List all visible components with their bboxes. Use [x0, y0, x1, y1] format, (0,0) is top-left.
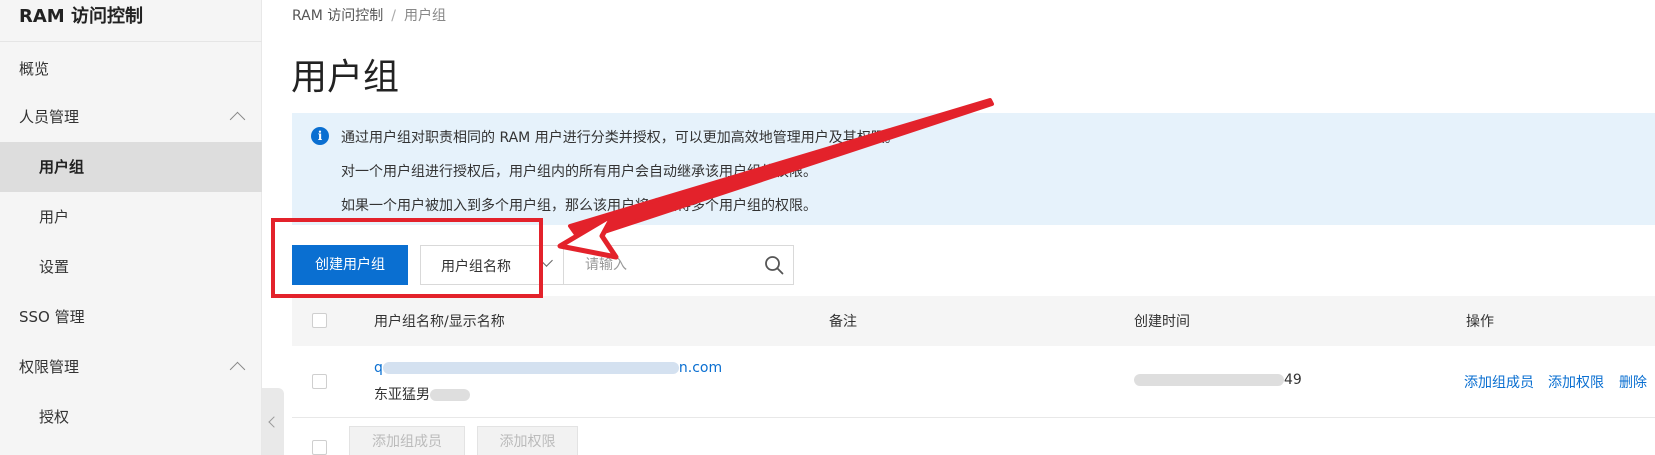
column-header-actions: 操作 [1466, 314, 1494, 330]
bulk-add-permissions-button[interactable]: 添加权限 [477, 426, 578, 455]
redacted-text [1134, 374, 1284, 386]
sidebar-item-grants[interactable]: 授权 [0, 392, 262, 442]
sidebar-item-permissions[interactable]: 权限管理 [0, 342, 262, 392]
chevron-left-icon [268, 416, 280, 428]
created-time-suffix: 49 [1284, 372, 1302, 388]
sidebar-item-overview[interactable]: 概览 [0, 44, 262, 94]
group-display-name: 东亚猛男 [374, 384, 470, 404]
select-all-checkbox[interactable] [312, 313, 327, 328]
column-header-remark: 备注 [829, 314, 857, 330]
sidebar-collapse-button[interactable] [262, 388, 284, 455]
table-header: 用户组名称/显示名称 备注 创建时间 操作 [292, 296, 1655, 346]
sidebar-item-identities[interactable]: 人员管理 [0, 92, 262, 142]
breadcrumb-separator: / [391, 8, 396, 24]
info-line: 通过用户组对职责相同的 RAM 用户进行分类并授权，可以更加高效地管理用户及其权… [341, 130, 899, 146]
info-notice: i 通过用户组对职责相同的 RAM 用户进行分类并授权，可以更加高效地管理用户及… [292, 113, 1655, 225]
sidebar: RAM 访问控制 概览 人员管理 用户组 用户 设置 SSO 管理 权限管理 授… [0, 0, 262, 455]
redacted-text [382, 362, 679, 374]
sidebar-item-label: 概览 [19, 60, 50, 78]
chevron-up-icon [229, 111, 246, 128]
bulk-select-checkbox[interactable] [312, 440, 327, 455]
group-name-link[interactable]: q n.com [374, 360, 722, 376]
group-name-prefix: q [374, 360, 383, 376]
console-title: RAM 访问控制 [19, 6, 143, 27]
sidebar-divider [0, 41, 262, 42]
sidebar-item-users[interactable]: 用户 [0, 192, 262, 242]
sidebar-item-label: 用户组 [39, 158, 85, 176]
row-checkbox[interactable] [312, 374, 327, 389]
sidebar-item-label: 权限管理 [19, 358, 80, 376]
sidebar-item-label: 授权 [39, 408, 70, 426]
breadcrumb-current: 用户组 [404, 8, 446, 24]
bulk-add-members-button[interactable]: 添加组成员 [349, 426, 465, 455]
search-icon[interactable] [764, 255, 784, 275]
delete-link[interactable]: 删除 [1619, 372, 1647, 392]
redacted-text [430, 389, 470, 401]
sidebar-item-label: SSO 管理 [19, 308, 85, 326]
page-title: 用户组 [291, 57, 400, 98]
info-line: 对一个用户组进行授权后，用户组内的所有用户会自动继承该用户组的权限。 [341, 164, 817, 180]
breadcrumb-root-link[interactable]: RAM 访问控制 [292, 8, 383, 24]
sidebar-item-groups[interactable]: 用户组 [0, 142, 262, 192]
table-row: q n.com 东亚猛男 49 添加组成员 添加权限 删除 [292, 346, 1655, 418]
info-icon: i [311, 127, 329, 145]
group-name-suffix: n.com [678, 360, 723, 376]
chevron-up-icon [229, 361, 246, 378]
add-permissions-link[interactable]: 添加权限 [1548, 372, 1604, 392]
highlight-box [271, 218, 543, 298]
search-input[interactable] [565, 246, 755, 284]
created-time-cell: 49 [1134, 372, 1302, 388]
sidebar-item-label: 设置 [39, 258, 70, 276]
column-header-created: 创建时间 [1134, 314, 1190, 330]
bulk-action-bar: 添加组成员 添加权限 [292, 418, 1655, 455]
add-members-link[interactable]: 添加组成员 [1464, 372, 1534, 392]
sidebar-item-label: 人员管理 [19, 108, 80, 126]
info-line: 如果一个用户被加入到多个用户组，那么该用户将会获得多个用户组的权限。 [341, 198, 817, 214]
column-header-name: 用户组名称/显示名称 [374, 314, 505, 330]
display-name-prefix: 东亚猛男 [374, 387, 430, 403]
sidebar-item-sso[interactable]: SSO 管理 [0, 292, 262, 342]
sidebar-item-settings[interactable]: 设置 [0, 242, 262, 292]
sidebar-item-label: 用户 [39, 208, 70, 226]
breadcrumb: RAM 访问控制 / 用户组 [292, 5, 446, 25]
